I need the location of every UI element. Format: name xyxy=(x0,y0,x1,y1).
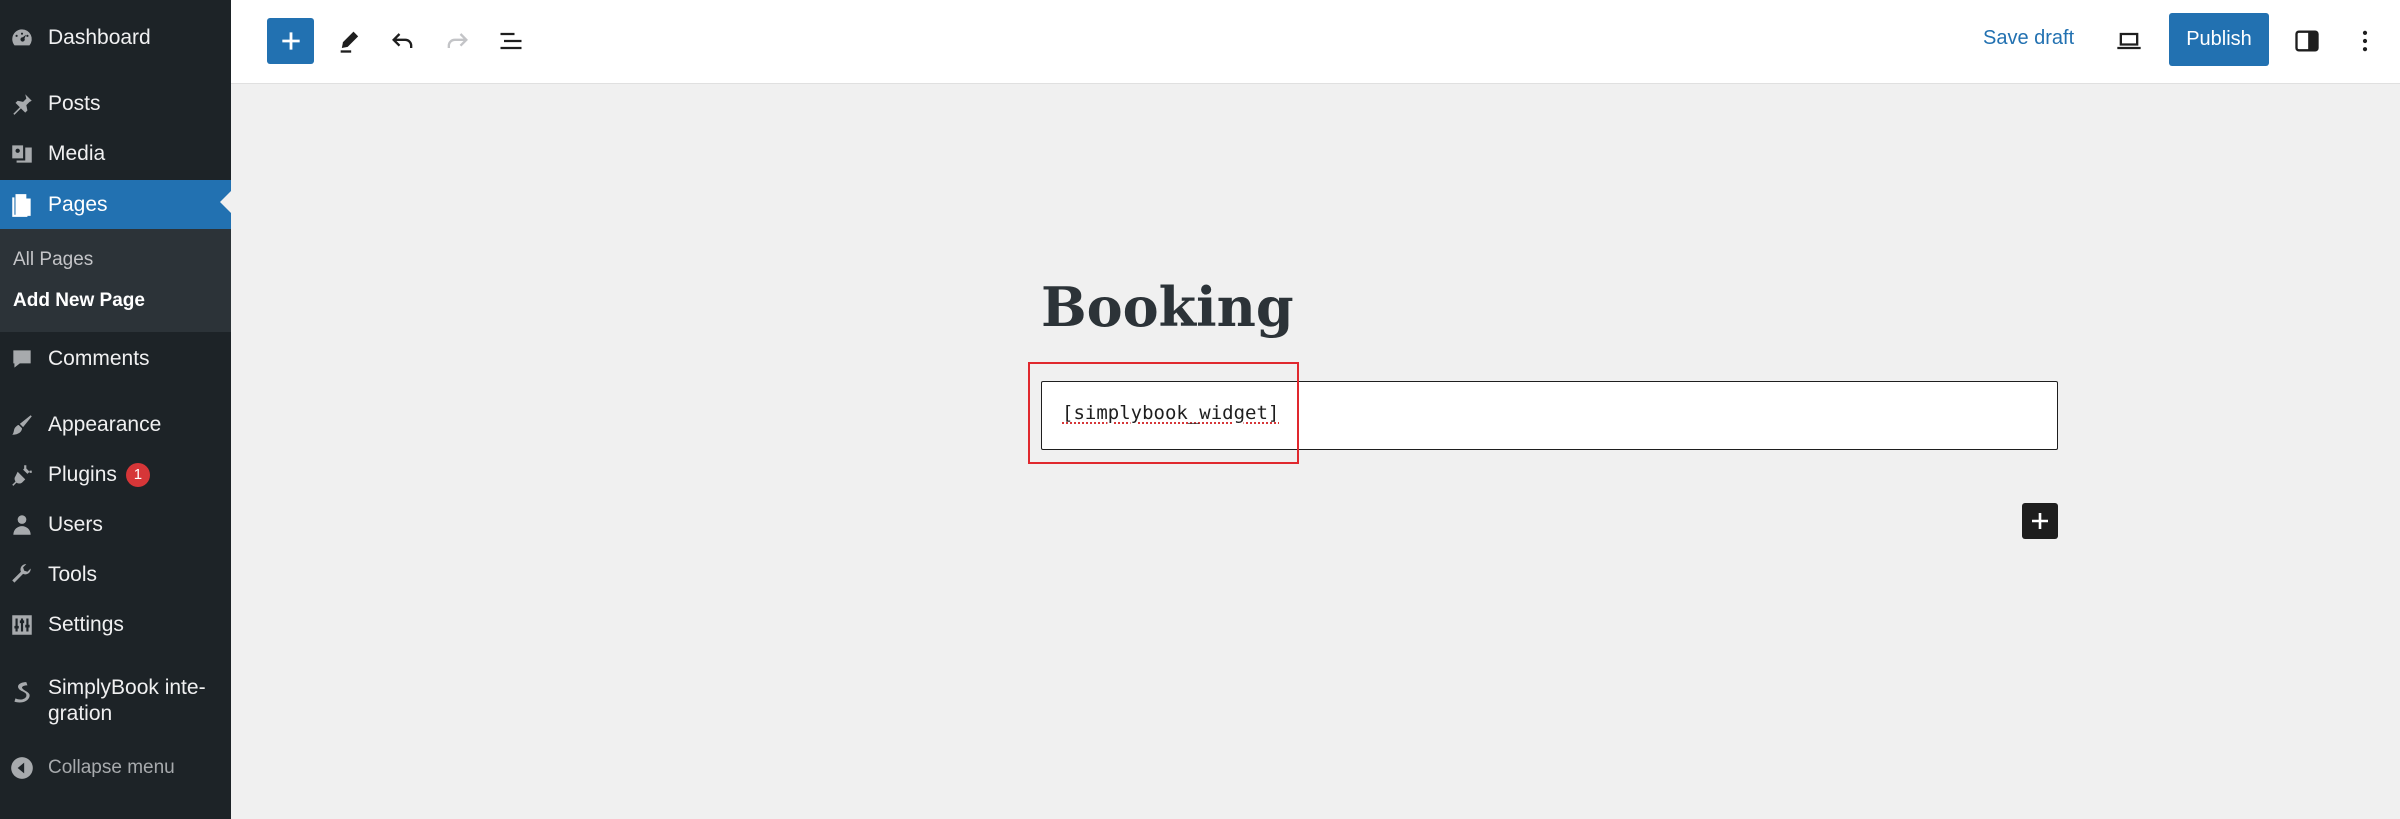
save-draft-button[interactable]: Save draft xyxy=(1983,27,2074,50)
sidebar-item-posts[interactable]: Posts xyxy=(0,82,231,126)
sidebar-panel-icon xyxy=(2295,30,2319,52)
sidebar-item-label: Posts xyxy=(48,92,101,115)
settings-sidebar-toggle[interactable] xyxy=(2288,22,2326,60)
sidebar-item-label: Plugins 1 xyxy=(48,463,150,487)
pencil-icon xyxy=(340,31,359,53)
publish-button[interactable]: Publish xyxy=(2169,13,2269,66)
sidebar-item-label: Tools xyxy=(48,563,98,586)
editor-canvas: Booking [simplybook_widget] xyxy=(231,85,2400,819)
pushpin-icon xyxy=(8,90,36,118)
sidebar-item-label: SimplyBook inte- gration xyxy=(48,676,206,725)
block-inserter-button[interactable] xyxy=(267,18,314,64)
sidebar-item-label: Pages xyxy=(48,193,108,216)
comment-icon xyxy=(8,345,36,373)
undo-icon xyxy=(392,33,413,48)
sidebar-item-users[interactable]: Users xyxy=(0,503,231,547)
sidebar-item-pages[interactable]: Pages xyxy=(0,180,231,230)
sidebar-item-appearance[interactable]: Appearance xyxy=(0,403,231,447)
list-view-icon xyxy=(500,32,522,50)
simplybook-icon xyxy=(8,679,36,707)
plus-icon xyxy=(281,32,300,50)
paintbrush-icon xyxy=(8,411,36,439)
sidebar-item-label: Dashboard xyxy=(48,26,151,49)
plus-icon xyxy=(2032,513,2048,529)
annotation-highlight-box xyxy=(1028,362,1299,464)
collapse-menu-button[interactable]: Collapse menu xyxy=(0,746,231,790)
user-icon xyxy=(8,511,36,539)
page-title[interactable]: Booking xyxy=(1041,275,1294,339)
sidebar-item-dashboard[interactable]: Dashboard xyxy=(0,16,231,60)
sidebar-item-label: Appearance xyxy=(48,413,162,436)
sidebar-item-label: Users xyxy=(48,513,103,536)
settings-icon xyxy=(8,611,36,639)
sidebar-item-plugins[interactable]: Plugins 1 xyxy=(0,453,231,497)
laptop-icon xyxy=(2117,32,2141,50)
redo-icon xyxy=(447,33,468,48)
add-block-button[interactable] xyxy=(2022,503,2058,539)
sidebar-item-simplybook[interactable]: SimplyBook inte- gration xyxy=(0,669,231,733)
pages-submenu: All Pages Add New Page xyxy=(0,229,231,332)
sidebar-item-comments[interactable]: Comments xyxy=(0,337,231,381)
plugin-icon xyxy=(8,461,36,489)
tools-pencil-button[interactable] xyxy=(331,22,369,60)
options-menu-button[interactable] xyxy=(2346,22,2384,60)
sidebar-item-label: Comments xyxy=(48,347,150,370)
sidebar-item-media[interactable]: Media xyxy=(0,132,231,176)
media-icon xyxy=(8,140,36,168)
admin-sidebar: Dashboard Posts Media Pages All Pages Ad… xyxy=(0,0,231,819)
editor-toolbar: Save draft Publish xyxy=(231,0,2400,84)
more-vertical-icon xyxy=(2362,30,2368,52)
collapse-icon xyxy=(8,754,36,782)
sidebar-item-label: Settings xyxy=(48,613,124,636)
submenu-add-new-page[interactable]: Add New Page xyxy=(13,290,145,312)
plugins-update-badge: 1 xyxy=(125,463,150,487)
sidebar-item-settings[interactable]: Settings xyxy=(0,603,231,647)
sidebar-item-label: Media xyxy=(48,142,106,165)
dashboard-icon xyxy=(8,24,36,52)
document-overview-button[interactable] xyxy=(492,22,530,60)
collapse-menu-label: Collapse menu xyxy=(48,757,175,778)
submenu-all-pages[interactable]: All Pages xyxy=(13,249,93,271)
undo-button[interactable] xyxy=(384,22,422,60)
sidebar-item-tools[interactable]: Tools xyxy=(0,553,231,597)
pages-icon xyxy=(8,191,36,219)
wrench-icon xyxy=(8,561,36,589)
preview-button[interactable] xyxy=(2110,22,2148,60)
redo-button[interactable] xyxy=(438,22,476,60)
